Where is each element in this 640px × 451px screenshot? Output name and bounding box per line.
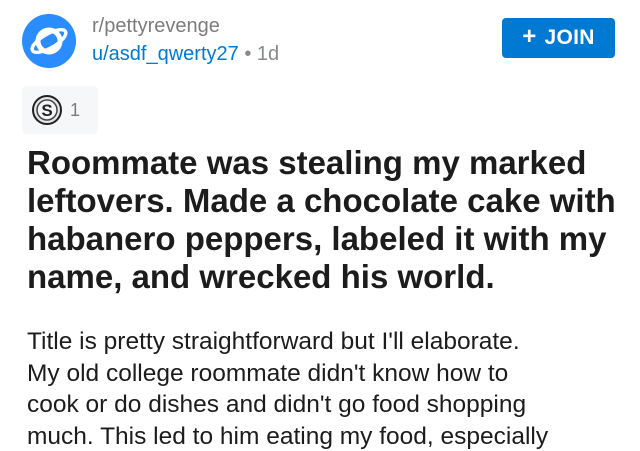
meta-separator: •: [244, 43, 252, 65]
body-line: much. This led to him eating my food, es…: [27, 422, 549, 450]
post-meta: r/pettyrevenge u/asdf_qwerty27 • 1d: [92, 14, 279, 66]
title-line: Roommate was stealing my marked: [27, 144, 587, 181]
body-line: My old college roommate didn't know how …: [27, 359, 509, 387]
subreddit-avatar-icon[interactable]: [22, 14, 76, 68]
awards-bar[interactable]: S 1: [22, 86, 98, 134]
join-label: JOIN: [544, 26, 595, 49]
post-title[interactable]: Roommate was stealing my marked leftover…: [27, 144, 627, 296]
title-line: habanero peppers, labeled it with my: [27, 220, 607, 257]
svg-text:S: S: [41, 101, 52, 120]
post-body: Title is pretty straightforward but I'll…: [27, 326, 627, 451]
title-line: leftovers. Made a chocolate cake with: [27, 182, 616, 219]
join-button[interactable]: + JOIN: [502, 18, 615, 58]
title-line: name, and wrecked his world.: [27, 258, 495, 295]
author-line: u/asdf_qwerty27 • 1d: [92, 42, 279, 66]
plus-icon: +: [522, 23, 537, 50]
subreddit-name[interactable]: r/pettyrevenge: [92, 14, 279, 38]
silver-award-icon: S: [32, 95, 62, 125]
reddit-post-screenshot: r/pettyrevenge u/asdf_qwerty27 • 1d + JO…: [0, 0, 640, 451]
award-count: 1: [70, 99, 81, 120]
post-age: 1d: [256, 43, 280, 65]
body-line: Title is pretty straightforward but I'll…: [27, 328, 520, 355]
author-username[interactable]: u/asdf_qwerty27: [92, 43, 239, 65]
body-line: cook or do dishes and didn't go food sho…: [27, 391, 527, 418]
